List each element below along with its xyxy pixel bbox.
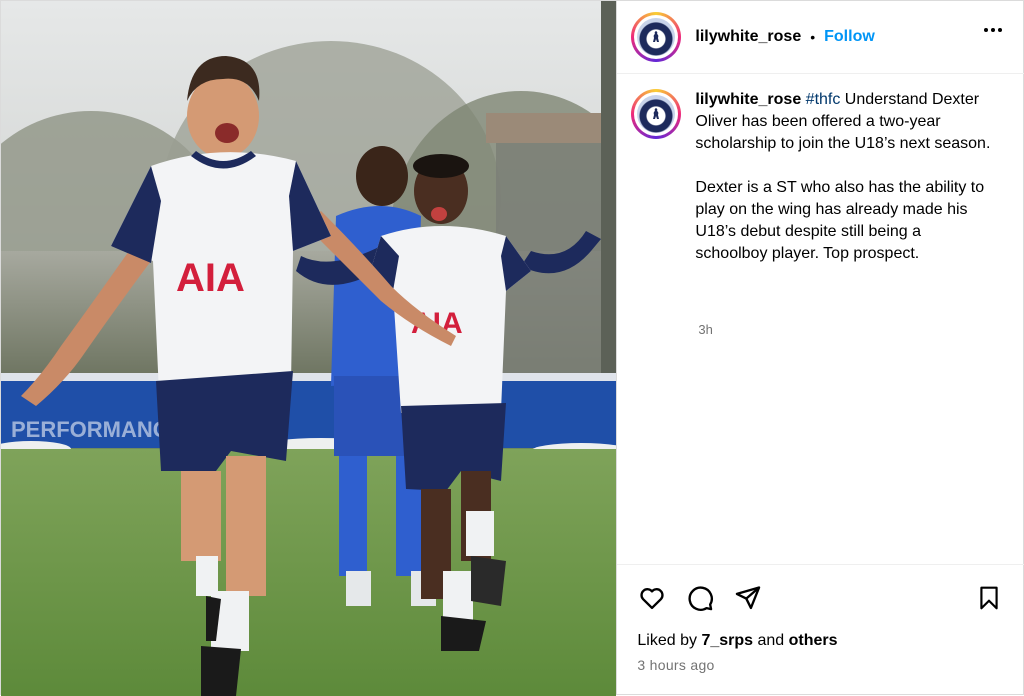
cockerel-logo-icon: [637, 95, 676, 133]
actions-section: Liked by 7_srps and others 3 hours ago: [617, 564, 1024, 694]
post-photo[interactable]: PERFORMANCE CENTRE AIA: [1, 1, 617, 696]
caption-body: Understand Dexter Oliver has been offere…: [695, 91, 991, 262]
cockerel-logo-icon: [637, 18, 676, 56]
caption-age[interactable]: 3h: [698, 322, 712, 337]
sponsor-logo-main: AIA: [176, 256, 245, 300]
send-icon[interactable]: [733, 583, 763, 613]
heart-icon[interactable]: [637, 583, 667, 613]
instagram-post: PERFORMANCE CENTRE AIA lilywhite_rose • …: [0, 0, 1024, 696]
post-side-panel: lilywhite_rose • Follow lilywhite_rose #…: [616, 1, 1024, 694]
caption-block: lilywhite_rose #thfc Understand Dexter O…: [631, 89, 1016, 265]
liked-by-others-link[interactable]: others: [789, 632, 838, 649]
hashtag-link[interactable]: #thfc: [806, 91, 841, 108]
separator-dot: •: [810, 29, 816, 45]
follow-button[interactable]: Follow: [824, 28, 875, 46]
caption-avatar[interactable]: [631, 89, 682, 139]
likes-summary: Liked by 7_srps and others: [637, 632, 838, 649]
comment-icon[interactable]: [685, 583, 715, 613]
profile-avatar[interactable]: [631, 12, 682, 62]
liked-by-user-link[interactable]: 7_srps: [701, 632, 753, 649]
football-celebration-image: PERFORMANCE CENTRE AIA: [1, 1, 617, 696]
caption-username[interactable]: lilywhite_rose: [695, 91, 801, 108]
action-icons: [637, 583, 781, 613]
caption-text: lilywhite_rose #thfc Understand Dexter O…: [695, 89, 995, 265]
more-horizontal-icon[interactable]: [984, 28, 1003, 32]
post-header: lilywhite_rose • Follow: [617, 1, 1024, 74]
bookmark-icon[interactable]: [974, 583, 1004, 613]
post-username[interactable]: lilywhite_rose: [695, 28, 801, 46]
post-timestamp[interactable]: 3 hours ago: [637, 657, 714, 673]
